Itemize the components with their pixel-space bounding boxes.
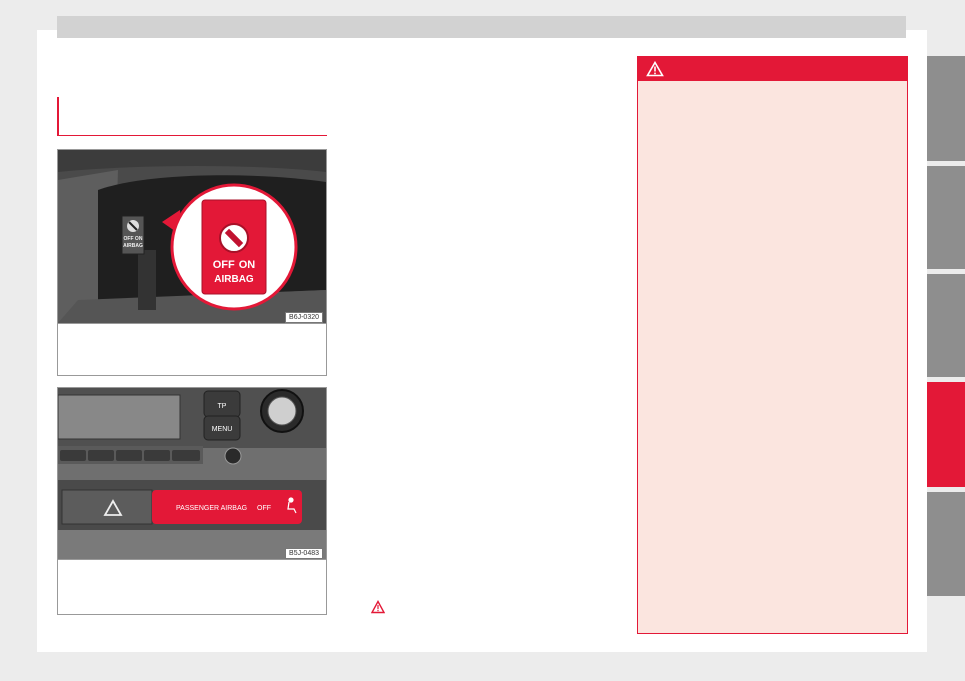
- figure-code: B5J-0483: [285, 548, 323, 559]
- chapter-tab-2[interactable]: [927, 166, 965, 269]
- svg-text:MENU: MENU: [212, 426, 233, 433]
- warning-triangle-icon: [646, 61, 664, 77]
- figure-code: B6J-0320: [285, 312, 323, 323]
- figure-caption: [58, 323, 326, 375]
- figure-passenger-airbag-indicator: TP MENU PASSENGER AIRBAG OFF B5J-0483: [57, 387, 327, 615]
- figure-image-dashboard: TP MENU PASSENGER AIRBAG OFF: [58, 388, 326, 559]
- warning-box: [637, 56, 908, 634]
- svg-text:PASSENGER AIRBAG: PASSENGER AIRBAG: [176, 505, 247, 512]
- chapter-tab-4-active[interactable]: [927, 382, 965, 487]
- svg-text:OFF: OFF: [257, 505, 271, 512]
- svg-text:AIRBAG: AIRBAG: [214, 274, 254, 285]
- airbag-key-switch-callout: OFF ON AIRBAG: [201, 199, 267, 295]
- warning-triangle-icon: [371, 600, 385, 614]
- header-bar: [57, 16, 906, 38]
- svg-text:OFF ON: OFF ON: [124, 236, 143, 242]
- figure-image-key-switch: OFF ON AIRBAG OFF ON AIRBAG: [58, 150, 326, 323]
- chapter-tab-1[interactable]: [927, 56, 965, 161]
- figure-caption: [58, 559, 326, 614]
- chapter-tab-5[interactable]: [927, 492, 965, 596]
- section-heading-rule: [57, 97, 327, 136]
- figure-airbag-key-switch: OFF ON AIRBAG OFF ON AIRBAG B6J-0320: [57, 149, 327, 376]
- svg-text:TP: TP: [218, 403, 227, 410]
- small-key-switch-icon: OFF ON AIRBAG: [121, 215, 145, 255]
- chapter-tab-3[interactable]: [927, 274, 965, 377]
- warning-header: [638, 57, 907, 81]
- svg-text:OFFON: OFF ON: [213, 259, 256, 271]
- svg-text:AIRBAG: AIRBAG: [123, 243, 143, 249]
